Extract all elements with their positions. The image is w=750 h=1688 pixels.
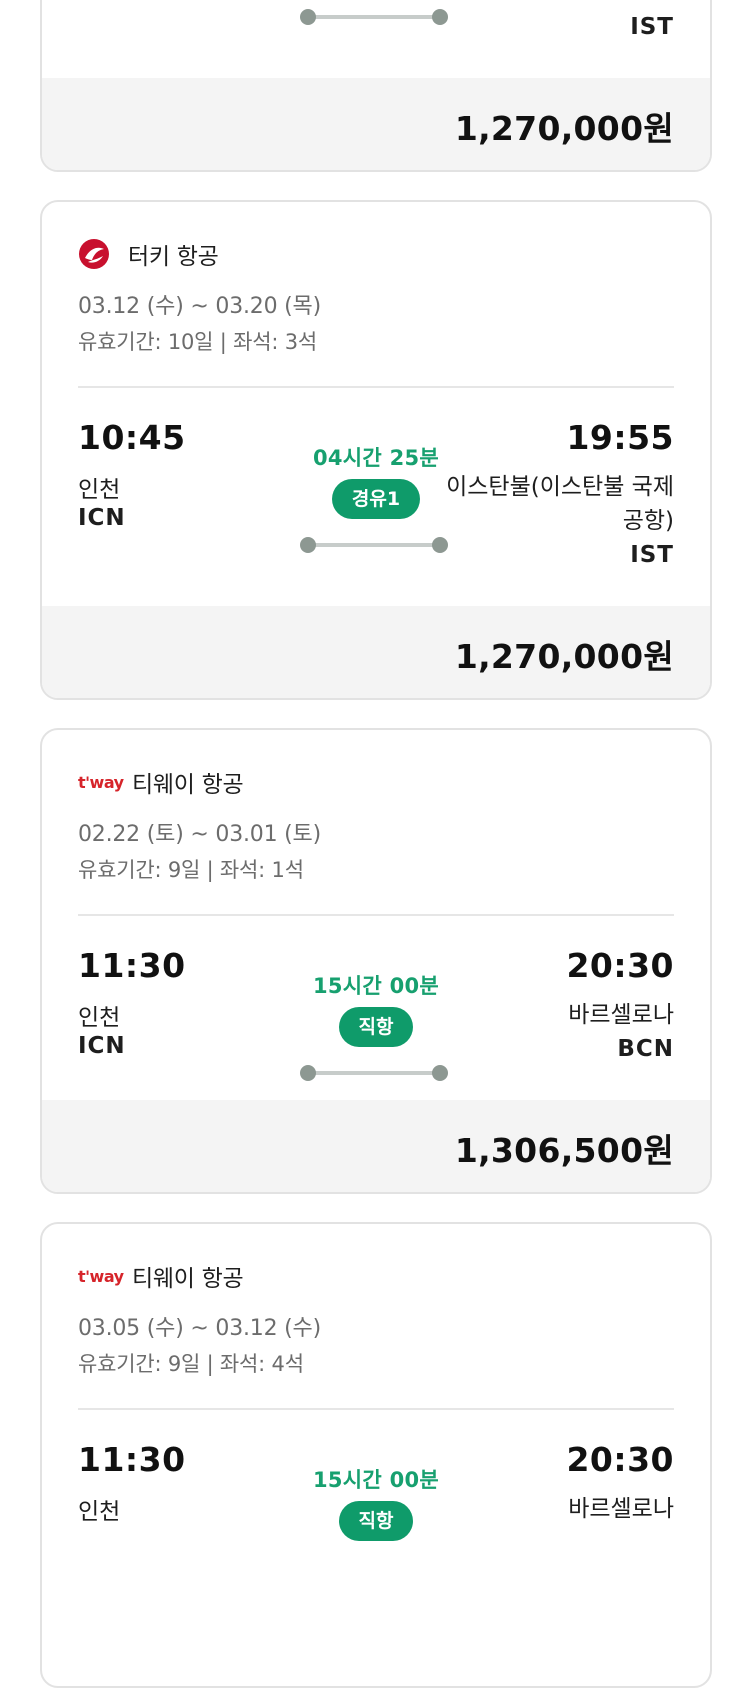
route-dot-departure (300, 537, 316, 553)
validity-seats: 유효기간: 9일 | 좌석: 4석 (78, 1352, 304, 1376)
tway-logo-icon: t'way (78, 1260, 124, 1292)
stops-badge: 직항 (338, 1007, 414, 1047)
arrival-block: 이스탄불(이스탄불 국제공항) IST (434, 470, 674, 572)
validity-seats: 유효기간: 9일 | 좌석: 1석 (78, 858, 304, 882)
flight-card[interactable]: IST 1,270,000원 (40, 0, 712, 172)
travel-dates: 03.12 (수) ~ 03.20 (목) (78, 294, 321, 319)
route-line (300, 1065, 448, 1081)
arrival-code: BCN (617, 1036, 674, 1062)
arrival-time: 19:55 (566, 418, 674, 457)
airline-name: 티웨이 항공 (132, 772, 244, 798)
arrival-time: 20:30 (566, 1440, 674, 1479)
airline-name: 티웨이 항공 (132, 1266, 244, 1292)
arrival-block: 바르셀로나 (434, 1492, 674, 1526)
price-bar: 1,270,000원 (42, 606, 710, 698)
price: 1,270,000원 (454, 109, 674, 148)
flight-card[interactable]: t'way 티웨이 항공 02.22 (토) ~ 03.01 (토) 유효기간:… (40, 728, 712, 1194)
airline-row: t'way 티웨이 항공 (78, 1260, 244, 1292)
divider (78, 914, 674, 916)
divider (78, 1408, 674, 1410)
price: 1,270,000원 (454, 637, 674, 676)
arrival-city: 바르셀로나 (568, 1002, 674, 1028)
arrival-code: IST (630, 14, 674, 40)
price: 1,306,500원 (454, 1131, 674, 1170)
price-bar: 1,270,000원 (42, 78, 710, 170)
arrival-city: 이스탄불(이스탄불 국제공항) (446, 474, 674, 534)
airline-row: 터키 항공 (78, 238, 219, 270)
travel-dates: 02.22 (토) ~ 03.01 (토) (78, 822, 321, 847)
stops-badge: 직항 (338, 1501, 414, 1541)
route-dot-departure (300, 1065, 316, 1081)
tway-logo-text: t'way (78, 1266, 124, 1286)
travel-dates: 03.05 (수) ~ 03.12 (수) (78, 1316, 321, 1341)
route-dot-arrival (432, 1065, 448, 1081)
flight-card[interactable]: t'way 티웨이 항공 03.05 (수) ~ 03.12 (수) 유효기간:… (40, 1222, 712, 1688)
divider (78, 386, 674, 388)
tway-logo-text: t'way (78, 772, 124, 792)
arrival-code: IST (630, 542, 674, 568)
route-line (300, 537, 448, 553)
arrival-time: 20:30 (566, 946, 674, 985)
airline-name: 터키 항공 (128, 244, 219, 270)
airline-row: t'way 티웨이 항공 (78, 766, 244, 798)
turkish-airlines-logo-icon (78, 238, 114, 270)
route-line (300, 9, 448, 25)
stops-badge: 경유1 (331, 479, 421, 519)
flight-card[interactable]: 터키 항공 03.12 (수) ~ 03.20 (목) 유효기간: 10일 | … (40, 200, 712, 700)
price-bar: 1,306,500원 (42, 1100, 710, 1192)
route-dot-departure (300, 9, 316, 25)
arrival-block: IST (434, 10, 674, 44)
arrival-city: 바르셀로나 (568, 1496, 674, 1522)
arrival-block: 바르셀로나 BCN (434, 998, 674, 1066)
validity-seats: 유효기간: 10일 | 좌석: 3석 (78, 330, 317, 354)
tway-logo-icon: t'way (78, 766, 124, 798)
